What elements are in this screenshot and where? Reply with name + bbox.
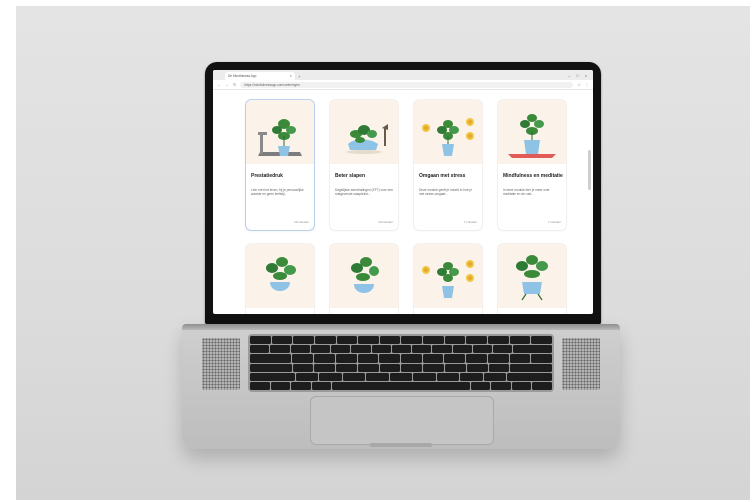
- card-title: Beter slapen: [335, 173, 366, 179]
- plus-icon[interactable]: +: [298, 75, 300, 79]
- card-duration: 7 minuten: [547, 220, 561, 224]
- card-illustration: [498, 100, 566, 164]
- minimize-icon[interactable]: –: [568, 74, 570, 78]
- card-title: Mindfulness en meditatie: [503, 173, 563, 179]
- page-scrollbar[interactable]: [588, 150, 591, 190]
- card-row2-4[interactable]: [498, 244, 566, 314]
- browser-tab[interactable]: De Mindfulness App ×: [225, 72, 295, 80]
- card-illustration: [246, 244, 314, 308]
- card-illustration: [246, 100, 314, 164]
- card-duration: 10 minuten: [378, 220, 393, 224]
- card-description: Leer met het leven, bij je persoonlijke …: [251, 188, 304, 197]
- back-arrow-icon[interactable]: ←: [217, 82, 221, 87]
- card-row2-3[interactable]: [414, 244, 482, 314]
- browser-tab-bar: De Mindfulness App × + – □ ×: [213, 70, 593, 80]
- laptop-lid: De Mindfulness App × + – □ × ← → ↻ https…: [205, 62, 601, 324]
- card-mindfulness-en-meditatie[interactable]: Mindfulness en meditatie In deze module …: [498, 100, 566, 230]
- plant-pot-icon: [266, 257, 296, 291]
- forward-arrow-icon[interactable]: →: [225, 82, 229, 87]
- close-icon[interactable]: ×: [290, 74, 292, 78]
- card-title: Omgaan met stress: [419, 173, 466, 179]
- card-omgaan-met-stress[interactable]: Omgaan met stress Deze module geeft je i…: [414, 100, 482, 230]
- laptop-hinge: [182, 324, 620, 330]
- plant-yoga-mat-icon: [508, 114, 556, 158]
- reload-icon[interactable]: ↻: [233, 82, 236, 87]
- card-illustration: [330, 244, 398, 308]
- url-field[interactable]: https://mindfulnessapp.com/oefeningen: [240, 81, 574, 88]
- close-window-icon[interactable]: ×: [585, 74, 587, 78]
- tab-title: De Mindfulness App: [228, 74, 257, 78]
- card-illustration: [498, 244, 566, 308]
- card-illustration: [414, 100, 482, 164]
- laptop-base: [182, 324, 620, 449]
- plant-sleeping-icon: [346, 124, 388, 154]
- plant-treadmill-icon: [258, 119, 302, 156]
- keyboard[interactable]: [248, 334, 554, 392]
- plant-pot-icon: [351, 257, 379, 293]
- card-grid: Prestatiedruk Leer met het leven, bij je…: [246, 100, 566, 314]
- plant-walking-pot-icon: [516, 255, 548, 301]
- star-icon[interactable]: ☆: [577, 82, 581, 87]
- card-illustration: [330, 100, 398, 164]
- trackpad[interactable]: [310, 396, 494, 445]
- card-description: Dagelijkse ademhalingen (EFT) voor een r…: [335, 188, 393, 197]
- menu-icon[interactable]: ⋮: [585, 82, 589, 87]
- card-duration: 7 minuten: [463, 220, 477, 224]
- laptop-screen: De Mindfulness App × + – □ × ← → ↻ https…: [213, 70, 593, 314]
- plant-coins-icon: [422, 260, 474, 298]
- card-beter-slapen[interactable]: Beter slapen Dagelijkse ademhalingen (EF…: [330, 100, 398, 230]
- address-bar: ← → ↻ https://mindfulnessapp.com/oefenin…: [213, 80, 593, 90]
- plant-coins-icon: [422, 118, 474, 156]
- laptop-opening-notch: [370, 443, 432, 447]
- speaker-grille-right: [562, 338, 600, 390]
- card-row2-2[interactable]: [330, 244, 398, 314]
- card-row2-1[interactable]: [246, 244, 314, 314]
- speaker-grille-left: [202, 338, 240, 390]
- card-illustration: [414, 244, 482, 308]
- card-duration: 10 minuten: [294, 220, 309, 224]
- url-text: https://mindfulnessapp.com/oefeningen: [244, 82, 300, 87]
- card-description: Deze module geeft je inzicht in hoe je m…: [419, 188, 472, 197]
- card-prestatiedruk[interactable]: Prestatiedruk Leer met het leven, bij je…: [246, 100, 314, 230]
- maximize-icon[interactable]: □: [576, 74, 578, 78]
- card-title: Prestatiedruk: [251, 173, 283, 179]
- card-description: In deze module leer je meer over meditat…: [503, 188, 550, 197]
